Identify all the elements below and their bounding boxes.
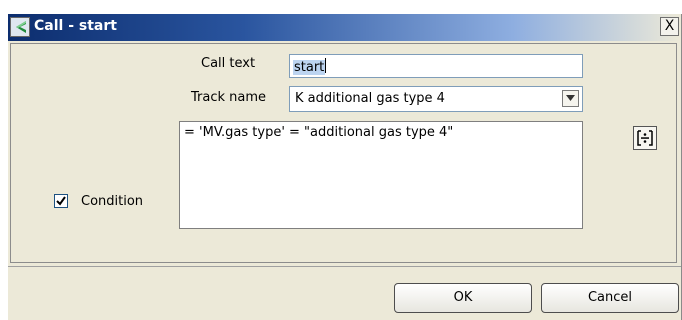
condition-label: Condition: [81, 194, 144, 209]
track-name-label: Track name: [191, 90, 267, 105]
window-title: Call - start: [34, 18, 117, 34]
footer-divider: [8, 266, 681, 267]
dialog-content: Call text start Track name K additional …: [8, 41, 681, 266]
expression-editor-icon: [637, 130, 653, 146]
track-name-select[interactable]: K additional gas type 4: [289, 86, 583, 112]
form-panel: Call text start Track name K additional …: [10, 43, 677, 263]
button-bar: OK Cancel: [8, 266, 681, 320]
checkmark-icon: [56, 196, 66, 206]
call-text-value: start: [293, 60, 326, 75]
close-button[interactable]: X: [660, 17, 679, 36]
call-text-label: Call text: [201, 56, 256, 71]
track-name-value: K additional gas type 4: [295, 91, 445, 106]
expression-editor-button[interactable]: [633, 126, 657, 150]
condition-textarea[interactable]: = 'MV.gas type' = "additional gas type 4…: [179, 121, 583, 229]
condition-checkbox[interactable]: [54, 194, 68, 208]
call-text-input[interactable]: start: [289, 54, 583, 78]
app-logo-icon: [10, 17, 30, 37]
cancel-button[interactable]: Cancel: [541, 283, 679, 313]
text-caret: [325, 58, 327, 73]
chevron-down-icon[interactable]: [562, 90, 579, 107]
ok-button[interactable]: OK: [394, 283, 532, 313]
call-dialog: Call - start X Call text start Track nam…: [8, 14, 682, 320]
title-bar[interactable]: Call - start X: [8, 14, 681, 41]
